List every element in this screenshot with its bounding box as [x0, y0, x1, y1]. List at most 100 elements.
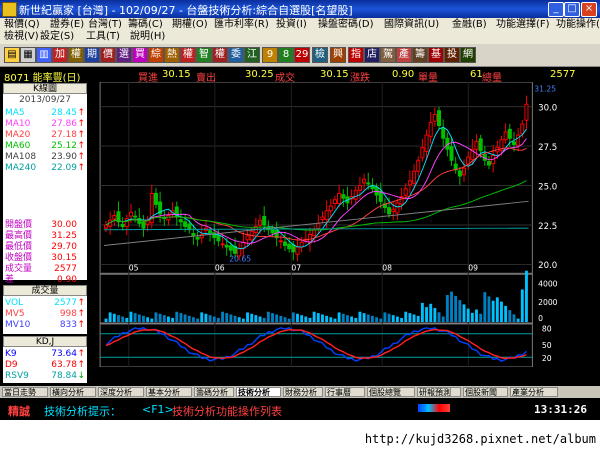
volume-panel-header[interactable]: 成交量: [3, 285, 87, 296]
candle-body: [324, 210, 329, 221]
menu-item[interactable]: 期權(O): [172, 19, 208, 31]
kline-date: 2013/09/27: [19, 95, 71, 105]
toolbar-button[interactable]: 江: [244, 47, 260, 63]
toolbar-button[interactable]: 買: [132, 47, 148, 63]
toolbar-button[interactable]: 投: [444, 47, 460, 63]
toolbar-button[interactable]: 檢: [312, 47, 328, 63]
toolbar-button[interactable]: 熱: [164, 47, 180, 63]
candle-body: [441, 127, 446, 139]
open-icon[interactable]: ▤: [4, 47, 20, 63]
chart-icon[interactable]: ▥: [36, 47, 52, 63]
toolbar-button[interactable]: 9: [262, 47, 278, 63]
menu-item[interactable]: 金融(B): [452, 19, 487, 31]
ma-row: MA240 22.09 ↑: [5, 163, 85, 174]
toolbar-button[interactable]: 基: [428, 47, 444, 63]
toolbar-button[interactable]: 綜: [148, 47, 164, 63]
toolbar-button[interactable]: 期: [84, 47, 100, 63]
toolbar-button[interactable]: 加: [52, 47, 68, 63]
ma-value: 23.90: [51, 152, 77, 162]
toolbar-button[interactable]: 委: [228, 47, 244, 63]
volume-bar: [125, 317, 129, 323]
kd-panel-header[interactable]: KD,J: [3, 336, 87, 347]
toolbar-button[interactable]: 產: [396, 47, 412, 63]
volume-bar: [450, 291, 453, 323]
month-label: 05: [129, 263, 139, 272]
candle-body: [403, 188, 408, 196]
tab-10[interactable]: 個股新聞: [463, 387, 508, 397]
price-row: 開盤價 30.00: [5, 220, 85, 231]
menu-item[interactable]: 報價(Q): [4, 19, 40, 31]
toolbar-button[interactable]: 網: [460, 47, 476, 63]
kline-panel-header[interactable]: K線圖: [3, 83, 87, 94]
candle-body: [112, 215, 117, 220]
tab-11[interactable]: 產業分析: [510, 387, 558, 397]
menu-item[interactable]: 工具(T): [86, 31, 120, 43]
toolbar-button[interactable]: 駕: [380, 47, 396, 63]
tab-2[interactable]: 深度分析: [98, 387, 144, 397]
tab-3[interactable]: 基本分析: [146, 387, 192, 397]
minimize-button[interactable]: _: [548, 2, 564, 17]
toolbar-button[interactable]: 智: [196, 47, 212, 63]
menu-item[interactable]: 檢視(V): [4, 31, 39, 43]
up-arrow-icon: ↑: [77, 119, 85, 129]
menu-item[interactable]: 功能選擇(F): [496, 19, 550, 31]
menu-item[interactable]: 操盤密碼(D): [318, 19, 374, 31]
tab-7[interactable]: 行事曆: [325, 387, 365, 397]
toolbar-button[interactable]: 權: [212, 47, 228, 63]
candle-body: [258, 219, 263, 226]
up-arrow-icon: ↑: [77, 349, 85, 359]
toolbar-button[interactable]: 價: [100, 47, 116, 63]
up-arrow-icon: ↑: [77, 152, 85, 162]
volume-bar: [271, 313, 274, 323]
menu-item[interactable]: 籌碼(C): [128, 19, 163, 31]
menu-item[interactable]: 投資(I): [276, 19, 307, 31]
candle-body: [366, 182, 371, 185]
menu-item[interactable]: 證券(E): [50, 19, 84, 31]
toolbar-button[interactable]: 興: [330, 47, 346, 63]
toolbar-button[interactable]: 籌: [412, 47, 428, 63]
tab-0[interactable]: 當日走勢: [2, 387, 48, 397]
candle-body: [120, 223, 125, 228]
volume-bar: [246, 312, 249, 323]
volume-bar: [316, 313, 320, 323]
toolbar-button[interactable]: 指: [348, 47, 364, 63]
menu-item[interactable]: 功能操作(E): [556, 19, 600, 31]
menu-item[interactable]: 說明(H): [130, 31, 165, 43]
close-button[interactable]: ×: [581, 2, 597, 17]
candle-body: [153, 192, 158, 205]
technical-chart[interactable]: 30.0 27.5 25.0 22.5 20.0 31.25 05 06 07 08 09 20.65…: [89, 82, 597, 367]
toolbar-button[interactable]: 選: [116, 47, 132, 63]
ma-name: MA60: [5, 141, 31, 151]
volume-bar: [395, 316, 399, 323]
price-name: 最低價: [5, 242, 33, 252]
tab-5[interactable]: 技術分析: [236, 387, 281, 397]
tab-9[interactable]: 研報預測: [417, 387, 461, 397]
analysis-tabs: 當日走勢 橫向分析 深度分析 基本分析 籌碼分析 技術分析 財務分析 行事曆 個股總覽 研報預測個…: [0, 386, 600, 398]
toolbar-button[interactable]: 店: [364, 47, 380, 63]
maximize-button[interactable]: □: [564, 2, 580, 17]
menu-item[interactable]: 國際資訊(U): [384, 19, 439, 31]
tab-4[interactable]: 籌碼分析: [194, 387, 234, 397]
up-arrow-icon: ↑: [77, 309, 85, 319]
print-icon[interactable]: ▦: [20, 47, 36, 63]
price-tick-label: 27.5: [538, 143, 557, 153]
volume-bar: [433, 308, 437, 323]
month-label: 07: [291, 263, 301, 272]
toolbar-button[interactable]: 8: [278, 47, 294, 63]
menu-item[interactable]: 台灣(T): [88, 19, 122, 31]
price-row: 收盤價 30.15: [5, 253, 85, 264]
candle-body: [216, 234, 221, 242]
tab-8[interactable]: 個股總覽: [367, 387, 415, 397]
toolbar-button[interactable]: 29: [294, 47, 310, 63]
menu-item[interactable]: 匯市利率(R): [214, 19, 269, 31]
tab-1[interactable]: 橫向分析: [50, 387, 96, 397]
price-value: 2577: [54, 264, 77, 274]
candle-body: [416, 159, 421, 172]
ma-value: 28.45: [51, 108, 77, 118]
tab-6[interactable]: 財務分析: [283, 387, 323, 397]
volume-bar: [200, 312, 204, 323]
toolbar-button[interactable]: 權: [180, 47, 196, 63]
volume-tick-label: 2000: [538, 298, 558, 307]
toolbar-button[interactable]: 權: [68, 47, 84, 63]
menu-item[interactable]: 設定(S): [40, 31, 74, 43]
